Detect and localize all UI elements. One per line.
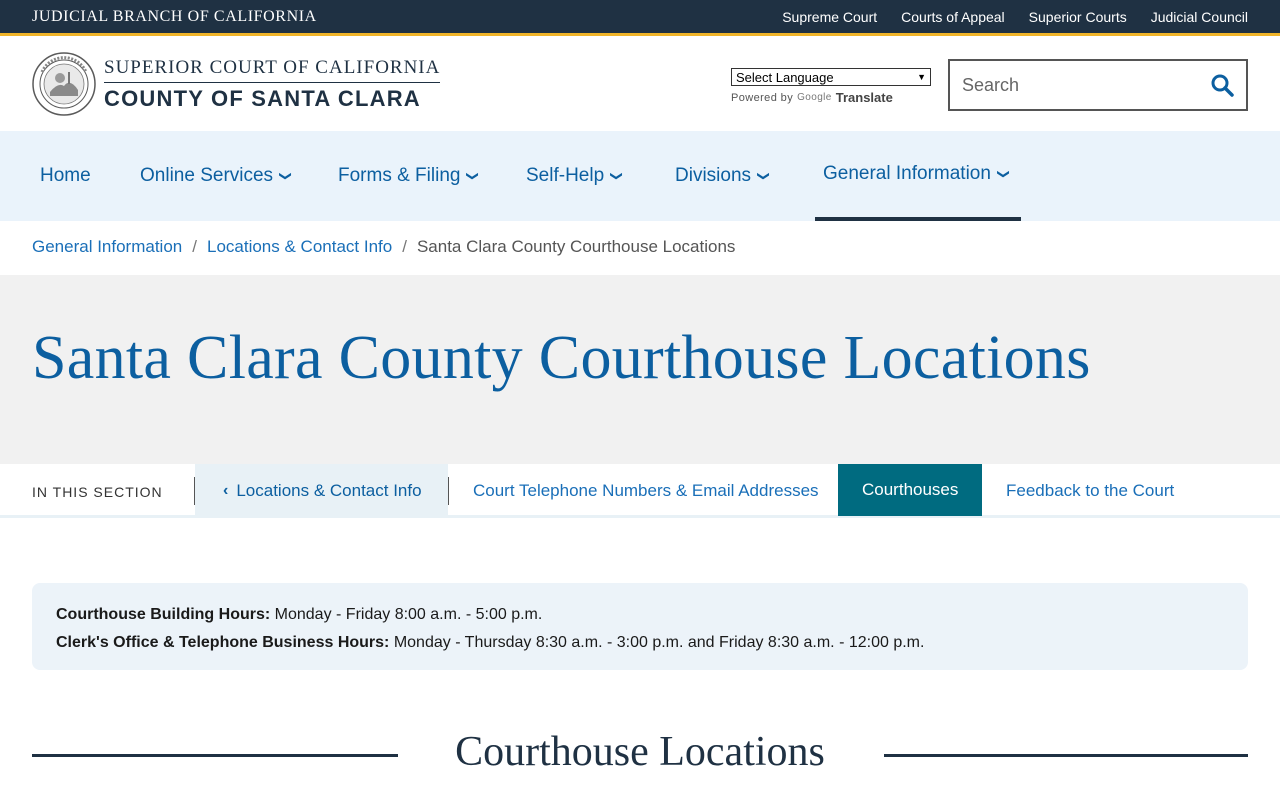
language-select[interactable]: Select Language ▼ — [731, 68, 931, 86]
nav-divisions-label: Divisions — [675, 165, 752, 186]
breadcrumb-separator: / — [402, 237, 407, 256]
chevron-left-icon: ‹ — [223, 482, 229, 499]
nav-general-information-label: General Information — [823, 163, 991, 184]
google-translate-widget: Select Language ▼ Powered by Google Tran… — [731, 68, 931, 105]
clerk-hours-label: Clerk's Office & Telephone Business Hour… — [56, 634, 390, 651]
section-back-link[interactable]: ‹ Locations & Contact Info — [195, 464, 448, 518]
language-select-value: Select Language — [736, 69, 834, 85]
court-name-logo[interactable]: SUPERIOR COURT OF CALIFORNIA COUNTY OF S… — [104, 57, 441, 112]
chevron-down-icon: ❯ — [610, 170, 625, 182]
link-superior-courts[interactable]: Superior Courts — [1029, 9, 1127, 25]
nav-self-help[interactable]: Self-Help ❯ — [526, 131, 625, 221]
top-utility-bar: JUDICIAL BRANCH OF CALIFORNIA Supreme Co… — [0, 0, 1280, 36]
section-navigation: IN THIS SECTION ‹ Locations & Contact In… — [0, 464, 1280, 518]
main-navigation: Home Online Services ❯ Forms & Filing ❯ … — [0, 131, 1280, 221]
clerk-hours-value: Monday - Thursday 8:30 a.m. - 3:00 p.m. … — [389, 634, 925, 651]
tab-courthouses[interactable]: Courthouses — [838, 464, 983, 516]
select-arrow-icon: ▼ — [917, 72, 926, 82]
court-name-line2: COUNTY OF SANTA CLARA — [104, 86, 421, 111]
breadcrumb: General Information / Locations & Contac… — [32, 237, 735, 257]
chevron-down-icon: ❯ — [996, 168, 1011, 180]
site-header: SUPERIOR COURT OF CALIFORNIA COUNTY OF S… — [0, 39, 1280, 131]
link-supreme-court[interactable]: Supreme Court — [782, 9, 877, 25]
nav-home-label: Home — [40, 165, 91, 186]
clerk-hours: Clerk's Office & Telephone Business Hour… — [56, 629, 1224, 657]
search-input[interactable] — [950, 61, 1198, 109]
tab-feedback-label: Feedback to the Court — [1006, 481, 1175, 500]
link-judicial-council[interactable]: Judicial Council — [1151, 9, 1248, 25]
page-title: Santa Clara County Courthouse Locations — [32, 324, 1091, 392]
building-hours-value: Monday - Friday 8:00 a.m. - 5:00 p.m. — [270, 606, 543, 623]
nav-divisions[interactable]: Divisions ❯ — [675, 131, 772, 221]
hours-info-box: Courthouse Building Hours: Monday - Frid… — [32, 583, 1248, 670]
google-logo[interactable]: Google — [797, 92, 832, 103]
page-title-band: Santa Clara County Courthouse Locations — [0, 275, 1280, 464]
nav-online-services[interactable]: Online Services ❯ — [140, 131, 294, 221]
court-seal-icon[interactable] — [32, 52, 96, 116]
breadcrumb-locations-contact[interactable]: Locations & Contact Info — [207, 237, 392, 257]
chevron-down-icon: ❯ — [466, 170, 481, 182]
tab-courthouses-label: Courthouses — [862, 480, 959, 499]
search-button[interactable] — [1198, 61, 1246, 109]
breadcrumb-general-information[interactable]: General Information — [32, 237, 182, 257]
top-links: Supreme Court Courts of Appeal Superior … — [782, 9, 1248, 25]
tab-telephone-email[interactable]: Court Telephone Numbers & Email Addresse… — [473, 464, 819, 518]
judicial-branch-brand[interactable]: JUDICIAL BRANCH OF CALIFORNIA — [32, 8, 317, 26]
section-heading-text: Courthouse Locations — [455, 729, 825, 775]
powered-by-label: Powered by — [731, 91, 794, 104]
nav-forms-filing-label: Forms & Filing — [338, 165, 461, 186]
breadcrumb-current: Santa Clara County Courthouse Locations — [416, 237, 736, 256]
chevron-down-icon: ❯ — [279, 170, 294, 182]
chevron-down-icon: ❯ — [757, 170, 772, 182]
court-name-line1: SUPERIOR COURT OF CALIFORNIA — [104, 57, 441, 83]
link-courts-of-appeal[interactable]: Courts of Appeal — [901, 9, 1005, 25]
powered-by-google: Powered by Google Translate — [731, 90, 931, 105]
nav-forms-filing[interactable]: Forms & Filing ❯ — [338, 131, 481, 221]
nav-self-help-label: Self-Help — [526, 165, 605, 186]
courthouse-locations-heading: Courthouse Locations — [32, 728, 1248, 782]
section-nav-label: IN THIS SECTION — [32, 484, 163, 500]
nav-online-services-label: Online Services — [140, 165, 274, 186]
section-back-label: Locations & Contact Info — [236, 481, 422, 500]
building-hours: Courthouse Building Hours: Monday - Frid… — [56, 601, 1224, 629]
section-divider — [448, 477, 449, 505]
tab-feedback[interactable]: Feedback to the Court — [1006, 464, 1174, 518]
search-icon — [1211, 74, 1234, 97]
nav-general-information[interactable]: General Information ❯ — [815, 131, 1021, 221]
breadcrumb-separator: / — [192, 237, 197, 256]
building-hours-label: Courthouse Building Hours: — [56, 606, 271, 623]
tab-telephone-email-label: Court Telephone Numbers & Email Addresse… — [473, 481, 819, 500]
search-box — [948, 59, 1248, 111]
translate-link[interactable]: Translate — [836, 90, 893, 105]
nav-home[interactable]: Home — [40, 131, 91, 221]
